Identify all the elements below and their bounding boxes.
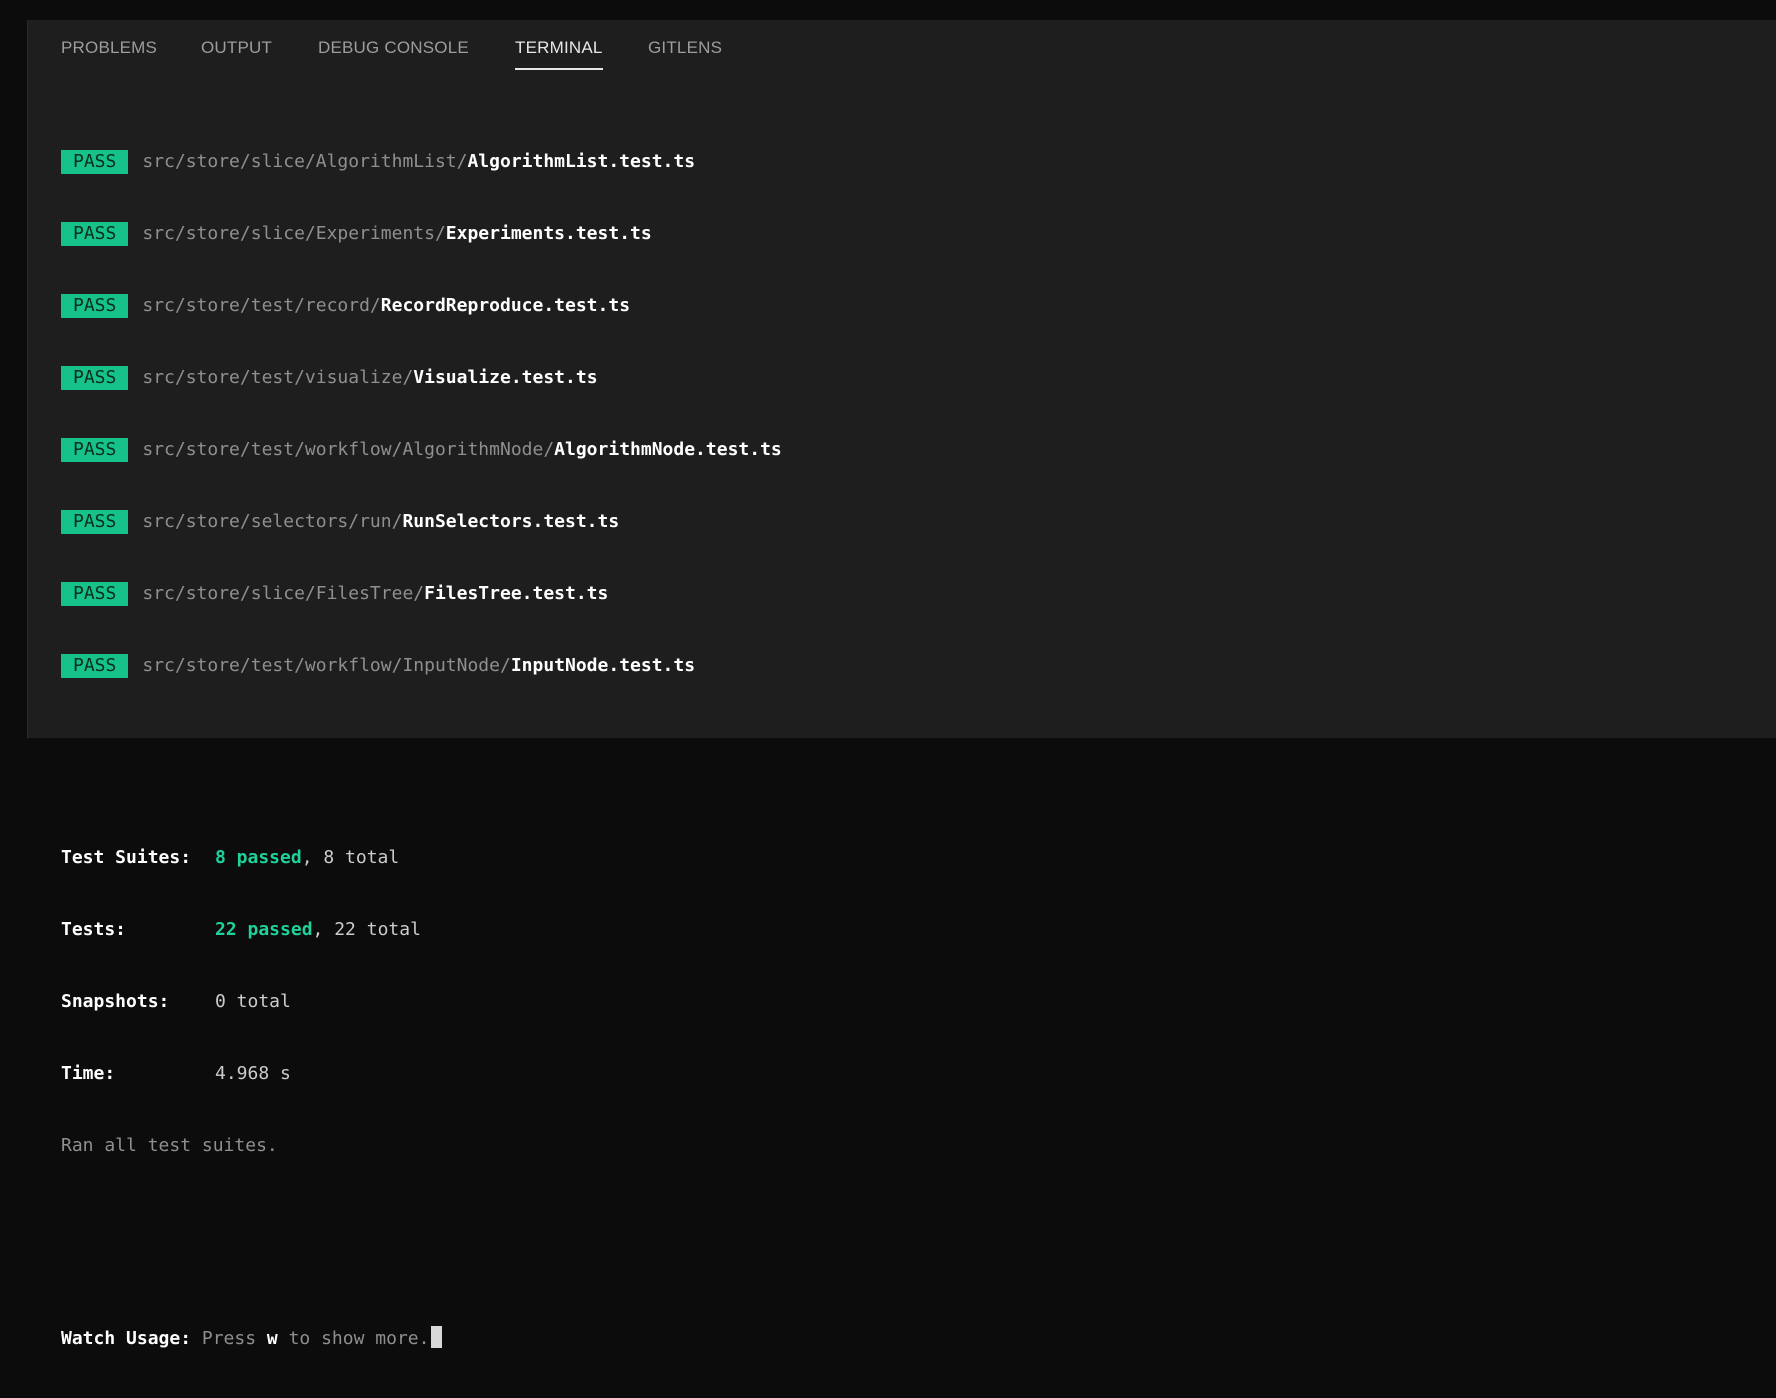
- test-dir: src/store/test/visualize/: [142, 367, 414, 388]
- pass-badge: PASS: [61, 438, 129, 462]
- test-file: RecordReproduce.test.ts: [380, 295, 631, 316]
- test-result-row: PASS src/store/test/visualize/Visualize.t…: [61, 366, 1757, 390]
- tests-passed: 22 passed: [215, 919, 313, 940]
- pass-badge: PASS: [61, 510, 129, 534]
- snapshots-value: 0 total: [215, 991, 291, 1012]
- time-value: 4.968 s: [215, 1063, 291, 1084]
- pass-badge: PASS: [61, 222, 129, 246]
- test-file: Visualize.test.ts: [413, 367, 598, 388]
- test-result-row: PASS src/store/slice/AlgorithmList/Algori…: [61, 150, 1757, 174]
- summary-suites: Test Suites: 8 passed, 8 total: [61, 846, 1757, 870]
- summary-label: Snapshots:: [61, 991, 170, 1012]
- watch-usage-line: Watch Usage: Press w to show more.: [61, 1326, 1757, 1350]
- tab-terminal[interactable]: TERMINAL: [515, 38, 603, 70]
- test-dir: src/store/test/workflow/InputNode/: [142, 655, 511, 676]
- tab-debug-console[interactable]: DEBUG CONSOLE: [318, 38, 469, 68]
- summary-label: Time:: [61, 1063, 116, 1084]
- suites-total: , 8 total: [301, 847, 400, 868]
- test-result-row: PASS src/store/slice/Experiments/Experime…: [61, 222, 1757, 246]
- test-dir: src/store/slice/FilesTree/: [142, 583, 425, 604]
- panel-tab-bar: PROBLEMS OUTPUT DEBUG CONSOLE TERMINAL G…: [28, 20, 1776, 76]
- test-dir: src/store/test/workflow/AlgorithmNode/: [142, 439, 555, 460]
- pass-badge: PASS: [61, 366, 129, 390]
- test-file: AlgorithmNode.test.ts: [554, 439, 782, 460]
- pass-badge: PASS: [61, 150, 129, 174]
- tab-output[interactable]: OUTPUT: [201, 38, 272, 68]
- suites-passed: 8 passed: [215, 847, 302, 868]
- pass-badge: PASS: [61, 294, 129, 318]
- test-dir: src/store/slice/AlgorithmList/: [142, 151, 468, 172]
- test-file: RunSelectors.test.ts: [402, 511, 620, 532]
- test-dir: src/store/slice/Experiments/: [142, 223, 446, 244]
- summary-tests: Tests: 22 passed, 22 total: [61, 918, 1757, 942]
- test-result-row: PASS src/store/slice/FilesTree/FilesTree.…: [61, 582, 1757, 606]
- pass-badge: PASS: [61, 582, 129, 606]
- test-dir: src/store/test/record/: [142, 295, 381, 316]
- summary-label: Tests:: [61, 919, 127, 940]
- tab-gitlens[interactable]: GITLENS: [648, 38, 722, 68]
- summary-snapshots: Snapshots: 0 total: [61, 990, 1757, 1014]
- watch-usage-post: to show more.: [277, 1328, 430, 1349]
- terminal-panel: PROBLEMS OUTPUT DEBUG CONSOLE TERMINAL G…: [27, 20, 1776, 1349]
- watch-usage-key: w: [266, 1328, 278, 1349]
- test-file: AlgorithmList.test.ts: [467, 151, 696, 172]
- terminal-cursor: [431, 1326, 443, 1348]
- test-file: InputNode.test.ts: [510, 655, 696, 676]
- tests-total: , 22 total: [312, 919, 421, 940]
- ran-all-message: Ran all test suites.: [61, 1135, 278, 1156]
- window: PROBLEMS OUTPUT DEBUG CONSOLE TERMINAL G…: [0, 0, 1776, 1349]
- tab-problems[interactable]: PROBLEMS: [61, 38, 157, 68]
- test-dir: src/store/selectors/run/: [142, 511, 403, 532]
- test-file: FilesTree.test.ts: [424, 583, 609, 604]
- summary-label: Test Suites:: [61, 847, 192, 868]
- watch-usage-pre: Press: [191, 1328, 267, 1349]
- pass-badge: PASS: [61, 654, 129, 678]
- test-file: Experiments.test.ts: [445, 223, 652, 244]
- test-result-row: PASS src/store/selectors/run/RunSelectors…: [61, 510, 1757, 534]
- terminal-output[interactable]: PASS src/store/slice/AlgorithmList/Algori…: [61, 102, 1757, 1398]
- watch-usage-label: Watch Usage:: [61, 1328, 192, 1349]
- summary-time: Time: 4.968 s: [61, 1062, 1757, 1086]
- test-result-row: PASS src/store/test/record/RecordReproduc…: [61, 294, 1757, 318]
- test-result-row: PASS src/store/test/workflow/InputNode/In…: [61, 654, 1757, 678]
- test-result-row: PASS src/store/test/workflow/AlgorithmNod…: [61, 438, 1757, 462]
